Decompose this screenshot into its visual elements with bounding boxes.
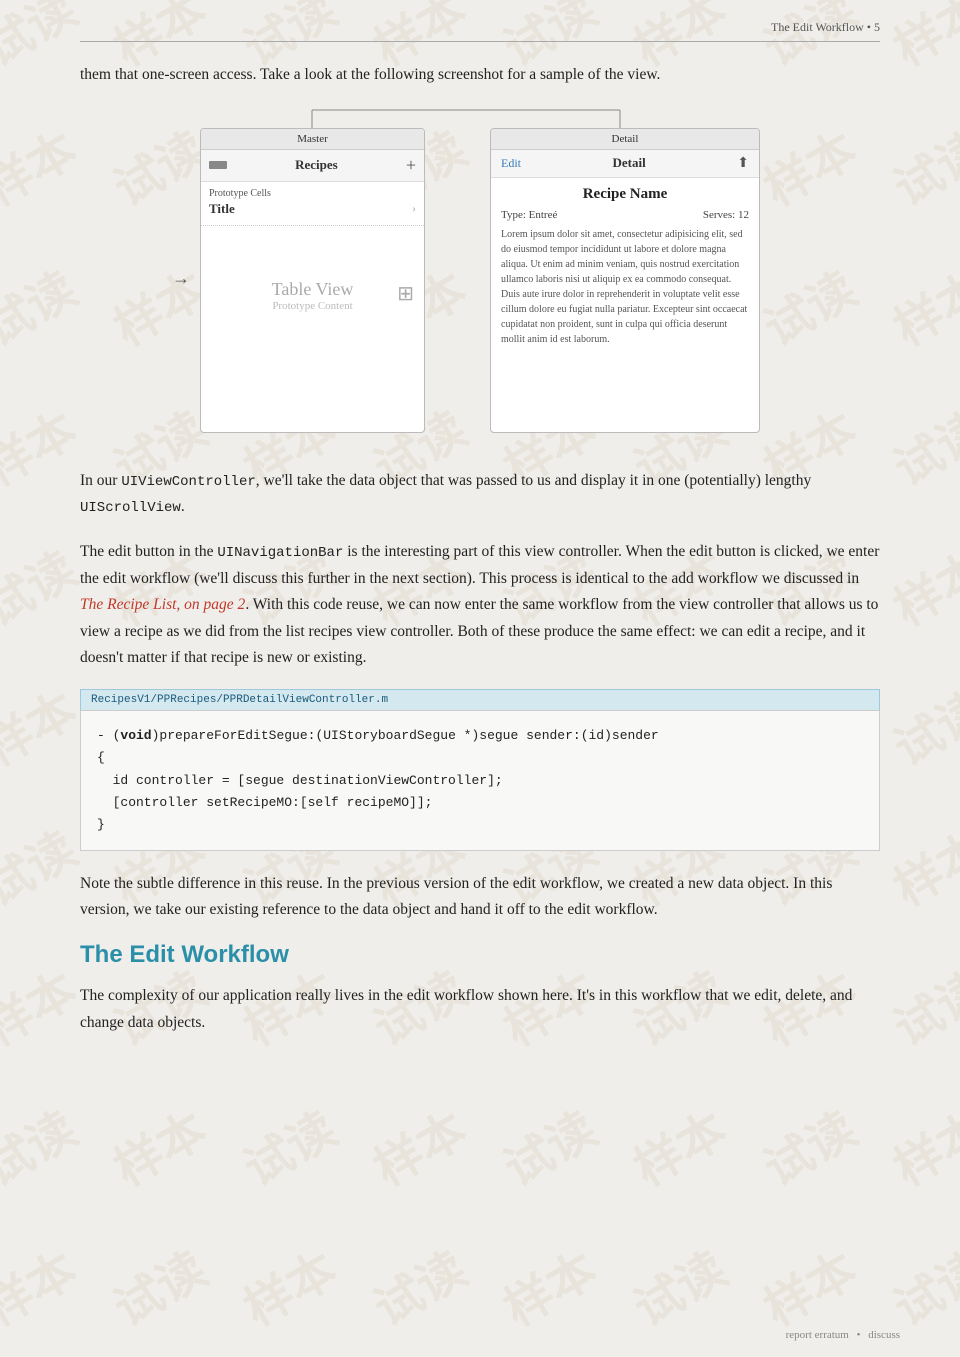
body-paragraph-3: Note the subtle difference in this reuse…: [80, 871, 880, 924]
body-paragraph-2: The edit button in the UINavigationBar i…: [80, 539, 880, 671]
arrow-left-icon: →: [172, 268, 190, 289]
footer-separator: •: [857, 1329, 861, 1341]
detail-title: Detail: [613, 155, 646, 171]
page-header: The Edit Workflow • 5: [80, 20, 880, 42]
detail-body: Recipe Name Type: Entreé Serves: 12 Lore…: [491, 178, 759, 355]
master-toolbar: Recipes +: [201, 150, 424, 182]
recipe-name-heading: Recipe Name: [501, 186, 749, 203]
diagram-container: → Master Recipes + Prototype Cells Title…: [80, 110, 880, 440]
diagram-wrapper: → Master Recipes + Prototype Cells Title…: [200, 110, 760, 440]
section-paragraph: The complexity of our application really…: [80, 983, 880, 1036]
code-line-3: id controller = [segue destinationViewCo…: [97, 773, 503, 788]
detail-panel: Detail Edit Detail ⬆ Recipe Name Type: E…: [490, 128, 760, 433]
serves-label: Serves: 12: [703, 209, 749, 221]
report-erratum-link[interactable]: report erratum: [786, 1329, 849, 1341]
type-label: Type: Entreé: [501, 209, 557, 221]
chapter-title: The Edit Workflow • 5: [771, 20, 880, 34]
prototype-cells-label: Prototype Cells: [201, 182, 424, 199]
chevron-right-icon: ›: [412, 201, 416, 216]
lorem-text: Lorem ipsum dolor sit amet, consectetur …: [501, 227, 749, 347]
prototype-content-label: Prototype Content: [272, 300, 352, 312]
share-icon: ⬆: [737, 155, 749, 172]
code-line-5: }: [97, 817, 105, 832]
master-recipes-title: Recipes: [227, 157, 406, 173]
page-footer: report erratum • discuss: [786, 1329, 900, 1341]
code-file-label: RecipesV1/PPRecipes/PPRDetailViewControl…: [80, 689, 880, 710]
page-content: The Edit Workflow • 5 them that one-scre…: [0, 0, 960, 1114]
intro-paragraph: them that one-screen access. Take a look…: [80, 62, 880, 88]
table-view-label: Table View: [272, 279, 354, 300]
code-line-1: - (void)prepareForEditSegue:(UIStoryboar…: [97, 728, 659, 743]
minus-button-icon: [209, 161, 227, 169]
detail-nav-bar: Detail: [491, 129, 759, 150]
recipe-meta: Type: Entreé Serves: 12: [501, 209, 749, 221]
uiviewcontroller-code: UIViewController: [121, 474, 255, 490]
code-line-2: {: [97, 750, 105, 765]
uiscrollview-code: UIScrollView: [80, 500, 181, 516]
section-heading: The Edit Workflow: [80, 941, 880, 969]
uinavigationbar-code: UINavigationBar: [217, 545, 343, 561]
title-row: Title ›: [201, 199, 424, 226]
master-nav-bar: Master: [201, 129, 424, 150]
discuss-link[interactable]: discuss: [868, 1329, 900, 1341]
table-icon: ⊞: [397, 281, 414, 306]
plus-button-icon: +: [406, 155, 416, 176]
code-block: - (void)prepareForEditSegue:(UIStoryboar…: [80, 710, 880, 850]
table-view-area: Table View Prototype Content ⊞: [201, 226, 424, 366]
body-paragraph-1: In our UIViewController, we'll take the …: [80, 468, 880, 522]
recipe-list-link[interactable]: The Recipe List, on page 2: [80, 596, 245, 613]
edit-button: Edit: [501, 156, 521, 171]
title-cell-label: Title: [209, 201, 235, 217]
detail-toolbar: Edit Detail ⬆: [491, 150, 759, 178]
code-line-4: [controller setRecipeMO:[self recipeMO]]…: [97, 795, 432, 810]
master-panel: Master Recipes + Prototype Cells Title ›…: [200, 128, 425, 433]
